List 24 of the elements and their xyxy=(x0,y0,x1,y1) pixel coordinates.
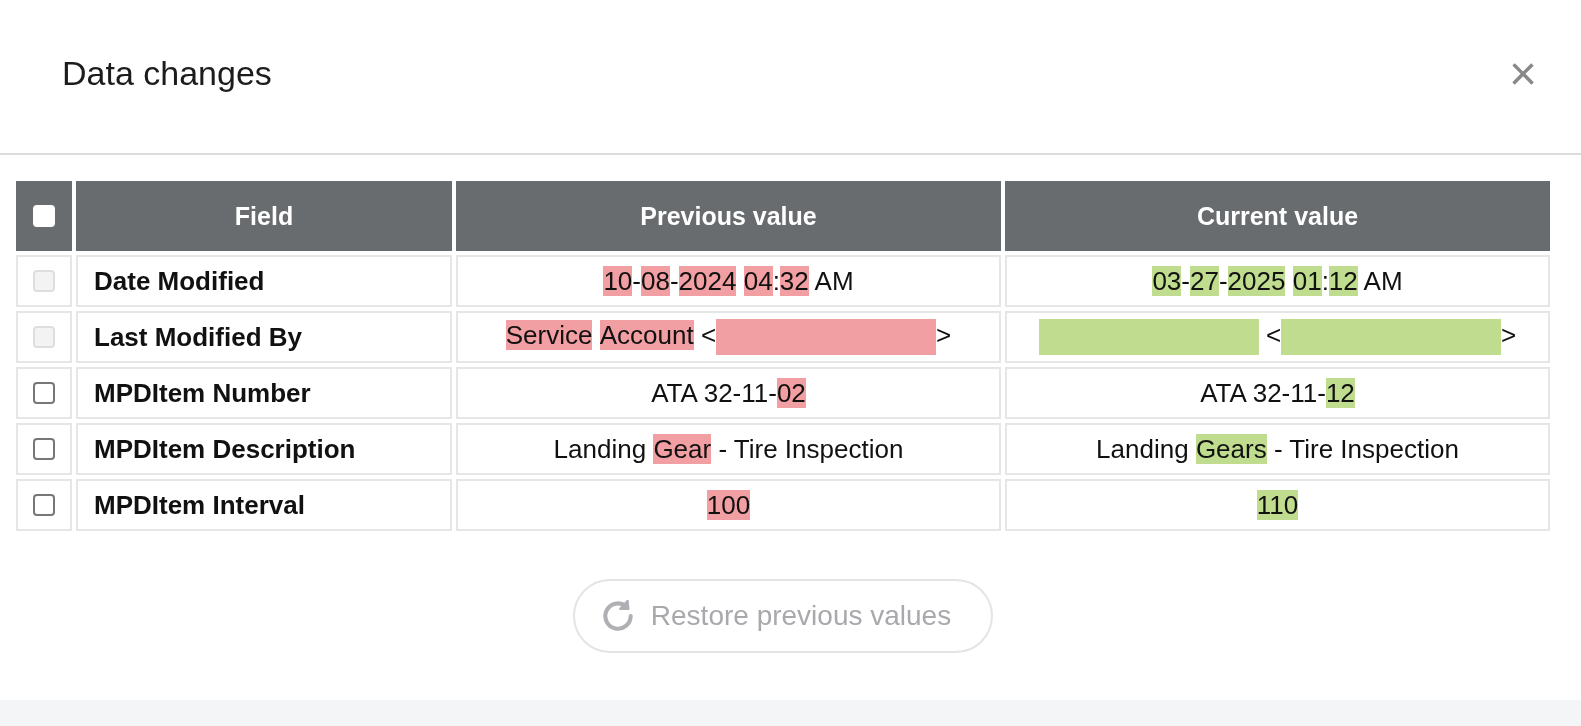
field-name-cell: MPDItem Number xyxy=(76,367,452,419)
row-checkbox[interactable] xyxy=(33,494,55,516)
current-value-cell: Landing Gears - Tire Inspection xyxy=(1005,423,1550,475)
current-value-cell: 03-27-2025 01:12 AM xyxy=(1005,255,1550,307)
field-name-cell: Date Modified xyxy=(76,255,452,307)
previous-value-cell: Service Account < > xyxy=(456,311,1001,363)
row-checkbox[interactable] xyxy=(33,382,55,404)
dialog-title: Data changes xyxy=(62,54,272,93)
previous-value-cell: 10-08-2024 04:32 AM xyxy=(456,255,1001,307)
previous-value-cell: Landing Gear - Tire Inspection xyxy=(456,423,1001,475)
previous-value-cell: 100 xyxy=(456,479,1001,531)
field-name-cell: MPDItem Description xyxy=(76,423,452,475)
current-value-cell: ATA 32-11-12 xyxy=(1005,367,1550,419)
field-name-cell: Last Modified By xyxy=(76,311,452,363)
row-checkbox[interactable] xyxy=(33,438,55,460)
column-header: Previous value xyxy=(456,181,1001,251)
field-name-cell: MPDItem Interval xyxy=(76,479,452,531)
column-header: Current value xyxy=(1005,181,1550,251)
previous-value-cell: ATA 32-11-02 xyxy=(456,367,1001,419)
current-value-cell: 110 xyxy=(1005,479,1550,531)
select-all-checkbox[interactable] xyxy=(33,205,55,227)
close-button[interactable]: × xyxy=(1508,49,1537,98)
current-value-cell: < > xyxy=(1005,311,1550,363)
column-header: Field xyxy=(76,181,452,251)
